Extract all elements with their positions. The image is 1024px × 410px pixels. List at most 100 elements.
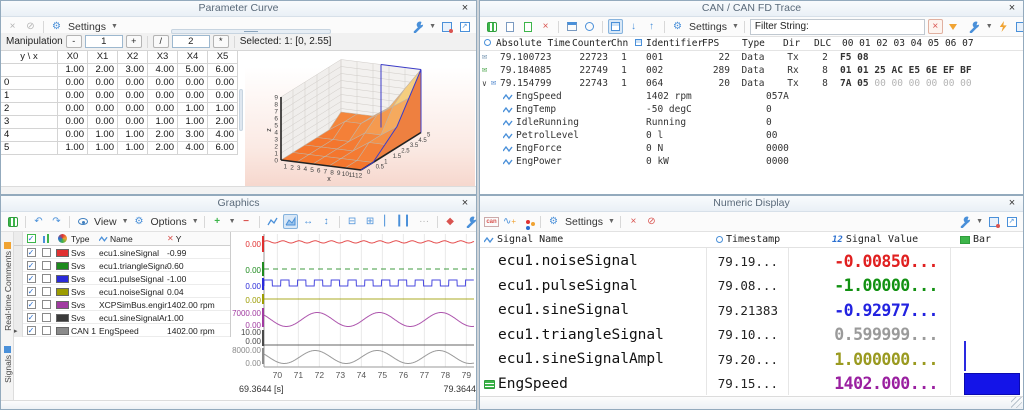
pause-icon[interactable] (5, 214, 20, 229)
more-icon[interactable]: ··· (417, 214, 432, 229)
trace-frame-row[interactable]: ∨✉ 79.154799 22743 1 064 20 Data Tx 8 7A… (480, 77, 1023, 90)
vertical-splitter-handle[interactable] (239, 89, 243, 131)
col-header[interactable]: X5 (208, 51, 238, 64)
table-cell[interactable]: 0.00 (118, 90, 148, 103)
chevron-down-icon[interactable]: ▼ (976, 218, 983, 225)
filter-funnel-icon[interactable] (946, 19, 961, 34)
line-chart-icon[interactable] (265, 214, 280, 229)
column-header[interactable]: Chn (611, 38, 628, 49)
signal-table-row[interactable]: ▸ ✓ Svs ecu1.sineSignal -0.99 (14, 246, 230, 259)
options-button[interactable]: Options (151, 216, 187, 228)
column-header[interactable]: FPS (702, 38, 719, 49)
color-swatch[interactable] (56, 288, 69, 296)
col-header[interactable]: X0 (58, 51, 88, 64)
color-swatch[interactable] (56, 275, 69, 283)
trace-signal-row[interactable]: PetrolLevel 0 l 00 (480, 129, 1023, 142)
visible-checkbox[interactable]: ✓ (27, 300, 36, 309)
column-header[interactable]: Type (742, 38, 765, 49)
table-cell[interactable]: 2.00 (88, 64, 118, 77)
area-chart-icon[interactable] (283, 214, 298, 229)
increment-button[interactable]: + (126, 35, 142, 48)
secondary-checkbox[interactable] (42, 313, 51, 322)
expander-icon[interactable]: ▸ (14, 328, 18, 335)
resize-grip[interactable] (1011, 397, 1022, 408)
numeric-row[interactable]: ecu1.sineSignal 79.21383 -0.92977... (480, 298, 1023, 323)
color-swatch[interactable] (56, 262, 69, 270)
trace-signal-row[interactable]: EngSpeed 1402 rpm 057A (480, 90, 1023, 103)
table-cell[interactable]: 0.00 (148, 90, 178, 103)
name-header[interactable]: Name (110, 233, 133, 245)
close-icon[interactable]: × (1005, 196, 1019, 211)
filter-string-box[interactable]: Filter String: (750, 19, 925, 35)
split-horizontal-icon[interactable]: ⊟ (345, 214, 360, 229)
lightning-icon[interactable] (996, 19, 1011, 34)
redo-icon[interactable]: ↷ (49, 214, 64, 229)
signal-table-row[interactable]: ▸ ✓ Svs ecu1.pulseSignal -1.00 (14, 272, 230, 285)
type-header[interactable]: Type (71, 233, 99, 245)
table-cell[interactable]: 2.00 (148, 142, 178, 155)
secondary-checkbox[interactable] (42, 326, 51, 335)
table-cell[interactable]: 0.00 (208, 77, 238, 90)
split-vertical-icon[interactable]: ⊞ (363, 214, 378, 229)
export-icon[interactable]: ↗ (457, 19, 472, 34)
table-cell[interactable]: 0.00 (88, 77, 118, 90)
clear-icon[interactable]: × (538, 19, 553, 34)
wrench-icon[interactable] (957, 214, 972, 229)
chevron-down-icon[interactable]: ▼ (429, 23, 436, 30)
table-cell[interactable]: 0.00 (58, 90, 88, 103)
offset-field[interactable]: 1 (85, 35, 123, 48)
copy-icon[interactable] (502, 19, 517, 34)
settings-button[interactable]: Settings (565, 216, 603, 228)
waveform-plot[interactable]: 707172737475767778790.000.000.000.007000… (231, 234, 477, 384)
table-cell[interactable]: 1.00 (208, 103, 238, 116)
table-cell[interactable]: 4.00 (148, 64, 178, 77)
signal-table-row[interactable]: ▸ ✓ Svs ecu1.sineSignalAm 1.00 (14, 311, 230, 324)
eye-icon[interactable] (75, 214, 90, 229)
table-cell[interactable]: 1.00 (118, 142, 148, 155)
column-header[interactable]: Timestamp (726, 234, 780, 245)
add-signal-icon[interactable]: ∿+ (502, 214, 517, 229)
gear-icon[interactable]: ⚙ (132, 214, 147, 229)
secondary-checkbox[interactable] (42, 261, 51, 270)
visible-checkbox[interactable]: ✓ (27, 274, 36, 283)
column-header[interactable]: Dir (783, 38, 800, 49)
fit-width-icon[interactable]: ↔ (301, 214, 316, 229)
remove-signal-icon[interactable]: − (239, 214, 254, 229)
table-cell[interactable]: 1.00 (178, 103, 208, 116)
table-cell[interactable]: 5.00 (178, 64, 208, 77)
secondary-checkbox[interactable] (42, 300, 51, 309)
trace-signal-row[interactable]: EngForce 0 N 0000 (480, 142, 1023, 155)
remove-icon[interactable]: × (626, 214, 641, 229)
table-cell[interactable]: 0.00 (58, 103, 88, 116)
gear-icon[interactable]: ⚙ (670, 19, 685, 34)
trace-signal-row[interactable]: IdleRunning Running 0 (480, 116, 1023, 129)
visible-checkbox[interactable]: ✓ (27, 261, 36, 270)
visible-checkbox[interactable]: ✓ (27, 326, 36, 335)
delete-icon[interactable]: × (5, 19, 20, 34)
visible-checkbox[interactable]: ✓ (27, 313, 36, 322)
table-cell[interactable]: 0.00 (118, 77, 148, 90)
numeric-row[interactable]: EngSpeed 79.15... 1402.000... (480, 372, 1023, 397)
color-swatch[interactable] (56, 249, 69, 257)
color-swatch[interactable] (56, 301, 69, 309)
table-cell[interactable]: 0.00 (88, 103, 118, 116)
table-cell[interactable]: 1.00 (58, 142, 88, 155)
table-cell[interactable]: 1.00 (178, 116, 208, 129)
numeric-row[interactable]: ecu1.triangleSignal 79.10... 0.599999... (480, 323, 1023, 348)
column-header[interactable]: Identifier (646, 38, 703, 49)
table-cell[interactable]: 0.00 (148, 103, 178, 116)
table-cell[interactable]: 1.00 (88, 129, 118, 142)
can-icon[interactable]: can (484, 214, 499, 229)
col-header[interactable]: X3 (148, 51, 178, 64)
signal-table-row[interactable]: ▸ ✓ Svs ecu1.triangleSignal 0.60 (14, 259, 230, 272)
clear-filter-icon[interactable]: × (928, 19, 943, 34)
column-header[interactable]: Signal Value (846, 234, 918, 245)
y-header[interactable]: Y (176, 233, 182, 245)
divide-button[interactable]: / (153, 35, 169, 48)
settings-button[interactable]: Settings (689, 21, 727, 33)
splitter-handle[interactable] (171, 29, 331, 34)
table-cell[interactable]: 1.00 (58, 64, 88, 77)
surface-plot[interactable]: 012345678912345678910111200.511.52.53.54… (245, 54, 475, 187)
display-config-icon[interactable] (520, 214, 535, 229)
window-icon[interactable] (564, 19, 579, 34)
